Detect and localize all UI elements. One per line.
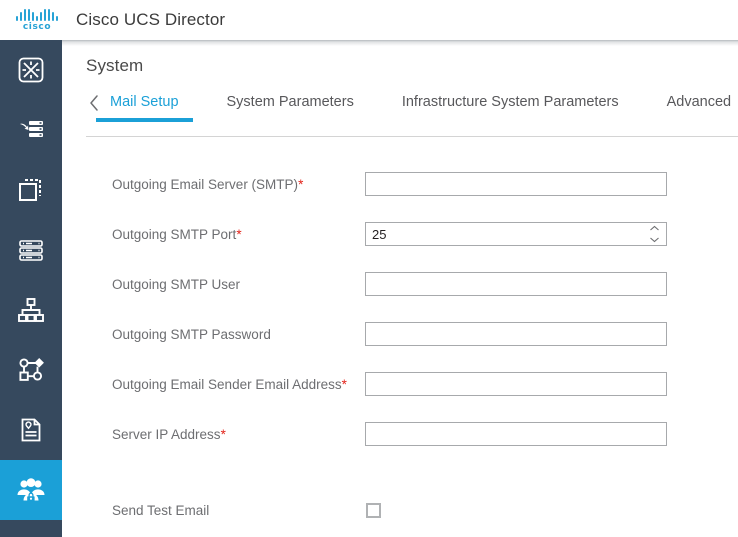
sidebar-item-policies[interactable]: [0, 340, 62, 400]
sidebar-item-servers[interactable]: [0, 220, 62, 280]
sidebar-item-organizations[interactable]: [0, 280, 62, 340]
tab-system-parameters[interactable]: System Parameters: [225, 90, 356, 122]
field-outgoing-email-sender-address: [365, 372, 667, 396]
chevron-up-icon: [650, 225, 659, 231]
label-server-ip-address: Server IP Address*: [112, 426, 226, 442]
main-content: System Mail Setup System Parameters Infr…: [62, 46, 738, 537]
smtp-port-spinner: [365, 222, 667, 246]
outgoing-email-sender-address-input[interactable]: [365, 372, 667, 396]
send-test-email-checkbox[interactable]: [366, 502, 381, 518]
chevron-down-icon: [650, 237, 659, 243]
label-send-test-email: Send Test Email: [112, 502, 210, 518]
sidebar-item-administration[interactable]: [0, 460, 62, 520]
reports-icon: [16, 415, 46, 445]
page-title: System: [86, 56, 144, 75]
top-header-bar: cisco Cisco UCS Director: [0, 0, 738, 40]
outgoing-smtp-user-input[interactable]: [365, 272, 667, 296]
physical-resources-icon: [16, 175, 46, 205]
tab-bar: Mail Setup System Parameters Infrastruct…: [62, 90, 738, 130]
spinner-arrows[interactable]: [649, 225, 660, 243]
servers-icon: [16, 235, 46, 265]
label-outgoing-email-server: Outgoing Email Server (SMTP)*: [112, 176, 304, 192]
form-row-outgoing-email-sender-address: Outgoing Email Sender Email Address*: [62, 359, 738, 409]
form-row-server-ip-address: Server IP Address*: [62, 409, 738, 459]
cisco-logo-wordmark: cisco: [22, 21, 52, 32]
converged-icon: [16, 55, 46, 85]
form-row-outgoing-smtp-port: Outgoing SMTP Port*: [62, 209, 738, 259]
form-spacer: [62, 459, 738, 485]
mail-setup-form: Outgoing Email Server (SMTP)* Outgoing S…: [62, 159, 738, 535]
required-marker: *: [341, 376, 347, 392]
field-outgoing-smtp-port: [365, 222, 667, 246]
outgoing-smtp-password-input[interactable]: [365, 322, 667, 346]
required-marker: *: [236, 226, 242, 242]
left-sidebar: [0, 40, 62, 537]
administration-users-icon: [15, 474, 47, 506]
policies-icon: [16, 355, 46, 385]
header-shadow: [0, 40, 738, 46]
server-ip-address-input[interactable]: [365, 422, 667, 446]
virtual-resources-icon: [16, 115, 46, 145]
cisco-logo[interactable]: cisco: [14, 8, 60, 32]
form-row-outgoing-smtp-password: Outgoing SMTP Password: [62, 309, 738, 359]
field-server-ip-address: [365, 422, 667, 446]
tabs-divider: [86, 136, 738, 137]
form-row-outgoing-smtp-user: Outgoing SMTP User: [62, 259, 738, 309]
field-outgoing-email-server: [365, 172, 667, 196]
app-title: Cisco UCS Director: [76, 10, 226, 29]
form-row-send-test-email: Send Test Email: [62, 485, 738, 535]
field-outgoing-smtp-password: [365, 322, 667, 346]
tab-infrastructure-system-parameters[interactable]: Infrastructure System Parameters: [400, 90, 621, 122]
sidebar-item-virtual-resources[interactable]: [0, 100, 62, 160]
required-marker: *: [298, 176, 304, 192]
label-outgoing-smtp-port: Outgoing SMTP Port*: [112, 226, 242, 242]
outgoing-smtp-port-input[interactable]: [365, 222, 667, 246]
form-row-outgoing-email-server: Outgoing Email Server (SMTP)*: [62, 159, 738, 209]
field-send-test-email: [365, 502, 381, 518]
app-root: cisco Cisco UCS Director System Mail Set…: [0, 0, 738, 537]
required-marker: *: [220, 426, 226, 442]
label-outgoing-smtp-user: Outgoing SMTP User: [112, 276, 241, 292]
sidebar-item-reports[interactable]: [0, 400, 62, 460]
tab-mail-setup[interactable]: Mail Setup: [96, 90, 192, 122]
field-outgoing-smtp-user: [365, 272, 667, 296]
organizations-icon: [16, 295, 46, 325]
sidebar-item-physical-resources[interactable]: [0, 160, 62, 220]
label-outgoing-email-sender-address: Outgoing Email Sender Email Address*: [112, 376, 347, 392]
tabs-scroll-left-button[interactable]: [80, 91, 108, 119]
sidebar-item-converged[interactable]: [0, 40, 62, 100]
label-outgoing-smtp-password: Outgoing SMTP Password: [112, 326, 271, 342]
tab-advanced[interactable]: Advanced: [665, 90, 734, 122]
cisco-logo-bars: [16, 8, 58, 21]
outgoing-email-server-smtp-input[interactable]: [365, 172, 667, 196]
chevron-left-icon: [87, 93, 101, 118]
